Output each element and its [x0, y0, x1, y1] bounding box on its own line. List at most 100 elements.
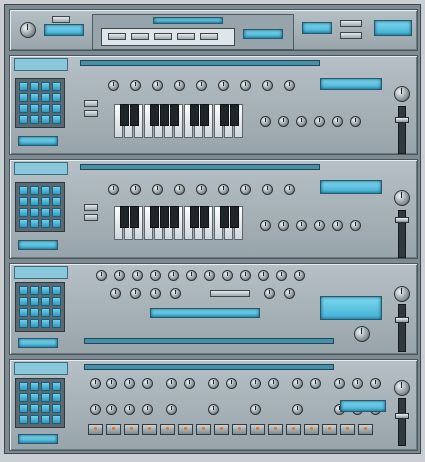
module-3-knob[interactable]	[294, 270, 305, 281]
pad-button[interactable]	[19, 393, 28, 402]
volume-fader[interactable]	[395, 304, 409, 352]
drum-channel-knob[interactable]	[370, 378, 381, 389]
pad-button[interactable]	[19, 286, 28, 295]
module-3-knob[interactable]	[276, 270, 287, 281]
pad-button[interactable]	[30, 297, 39, 306]
module-1-select-button[interactable]	[84, 110, 98, 117]
piano-key[interactable]	[230, 104, 239, 126]
module-2-knob[interactable]	[278, 220, 289, 231]
module-3-knob[interactable]	[222, 270, 233, 281]
pad-button[interactable]	[30, 115, 39, 124]
drum-channel-knob[interactable]	[208, 404, 219, 415]
pad-button[interactable]	[52, 308, 61, 317]
pad-button[interactable]	[41, 208, 50, 217]
fader-handle[interactable]	[395, 117, 409, 123]
drum-channel-knob[interactable]	[106, 378, 117, 389]
pad-button[interactable]	[30, 219, 39, 228]
transport-record-button[interactable]	[177, 33, 195, 40]
module-3-knob[interactable]	[168, 270, 179, 281]
pad-button[interactable]	[41, 382, 50, 391]
step-button[interactable]	[124, 424, 139, 435]
module-1-volume-knob[interactable]	[394, 86, 410, 102]
piano-key[interactable]	[130, 104, 139, 126]
module-1-knob[interactable]	[240, 80, 251, 91]
step-button[interactable]	[304, 424, 319, 435]
piano-key[interactable]	[120, 206, 129, 228]
module-4-volume-knob[interactable]	[394, 380, 410, 396]
pad-button[interactable]	[52, 319, 61, 328]
module-2-knob[interactable]	[332, 220, 343, 231]
fader-handle[interactable]	[395, 413, 409, 419]
module-3-knob[interactable]	[150, 288, 161, 299]
module-3-knob[interactable]	[264, 288, 275, 299]
pad-button[interactable]	[30, 208, 39, 217]
module-1-knob[interactable]	[260, 116, 271, 127]
pad-button[interactable]	[41, 404, 50, 413]
module-1-knob[interactable]	[350, 116, 361, 127]
piano-key[interactable]	[130, 206, 139, 228]
pad-button[interactable]	[52, 82, 61, 91]
piano-key[interactable]	[190, 104, 199, 126]
pad-button[interactable]	[52, 208, 61, 217]
step-button[interactable]	[250, 424, 265, 435]
module-1-knob[interactable]	[262, 80, 273, 91]
drum-channel-knob[interactable]	[184, 378, 195, 389]
module-2-knob[interactable]	[296, 220, 307, 231]
module-2-knob[interactable]	[262, 184, 273, 195]
pad-button[interactable]	[19, 308, 28, 317]
pad-button[interactable]	[41, 186, 50, 195]
step-button[interactable]	[196, 424, 211, 435]
pad-button[interactable]	[30, 404, 39, 413]
header-option-button-2[interactable]	[340, 32, 362, 39]
piano-key[interactable]	[120, 104, 129, 126]
drum-channel-knob[interactable]	[166, 378, 177, 389]
module-1-knob[interactable]	[284, 80, 295, 91]
drum-channel-knob[interactable]	[226, 378, 237, 389]
step-button[interactable]	[142, 424, 157, 435]
drum-channel-knob[interactable]	[268, 378, 279, 389]
drum-channel-knob[interactable]	[124, 404, 135, 415]
piano-key[interactable]	[220, 206, 229, 228]
drum-channel-knob[interactable]	[142, 404, 153, 415]
module-1-knob[interactable]	[152, 80, 163, 91]
pad-button[interactable]	[52, 286, 61, 295]
pad-button[interactable]	[30, 393, 39, 402]
transport-stop-button[interactable]	[131, 33, 149, 40]
pad-button[interactable]	[30, 186, 39, 195]
header-option-button-1[interactable]	[340, 20, 362, 27]
module-1-knob[interactable]	[174, 80, 185, 91]
volume-fader[interactable]	[395, 398, 409, 446]
volume-fader[interactable]	[395, 106, 409, 154]
pad-button[interactable]	[19, 219, 28, 228]
piano-key[interactable]	[190, 206, 199, 228]
pad-button[interactable]	[52, 186, 61, 195]
module-1-knob[interactable]	[130, 80, 141, 91]
pad-button[interactable]	[41, 93, 50, 102]
module-3-select-button[interactable]	[210, 290, 250, 297]
pad-button[interactable]	[19, 82, 28, 91]
module-3-knob[interactable]	[132, 270, 143, 281]
drum-channel-knob[interactable]	[208, 378, 219, 389]
pad-button[interactable]	[30, 286, 39, 295]
drum-channel-knob[interactable]	[106, 404, 117, 415]
step-button[interactable]	[358, 424, 373, 435]
module-3-master-knob[interactable]	[394, 286, 410, 302]
pad-button[interactable]	[41, 319, 50, 328]
module-3-knob[interactable]	[130, 288, 141, 299]
module-3-knob[interactable]	[96, 270, 107, 281]
pad-button[interactable]	[41, 115, 50, 124]
pad-button[interactable]	[30, 415, 39, 424]
pad-button[interactable]	[30, 382, 39, 391]
pad-button[interactable]	[41, 415, 50, 424]
pad-button[interactable]	[30, 308, 39, 317]
step-button[interactable]	[268, 424, 283, 435]
module-2-select-button[interactable]	[84, 204, 98, 211]
piano-key[interactable]	[150, 104, 159, 126]
pad-button[interactable]	[52, 393, 61, 402]
drum-channel-knob[interactable]	[292, 404, 303, 415]
transport-rewind-button[interactable]	[108, 33, 126, 40]
transport-loop-button[interactable]	[200, 33, 218, 40]
drum-channel-knob[interactable]	[250, 378, 261, 389]
module-1-knob[interactable]	[332, 116, 343, 127]
pad-button[interactable]	[41, 104, 50, 113]
